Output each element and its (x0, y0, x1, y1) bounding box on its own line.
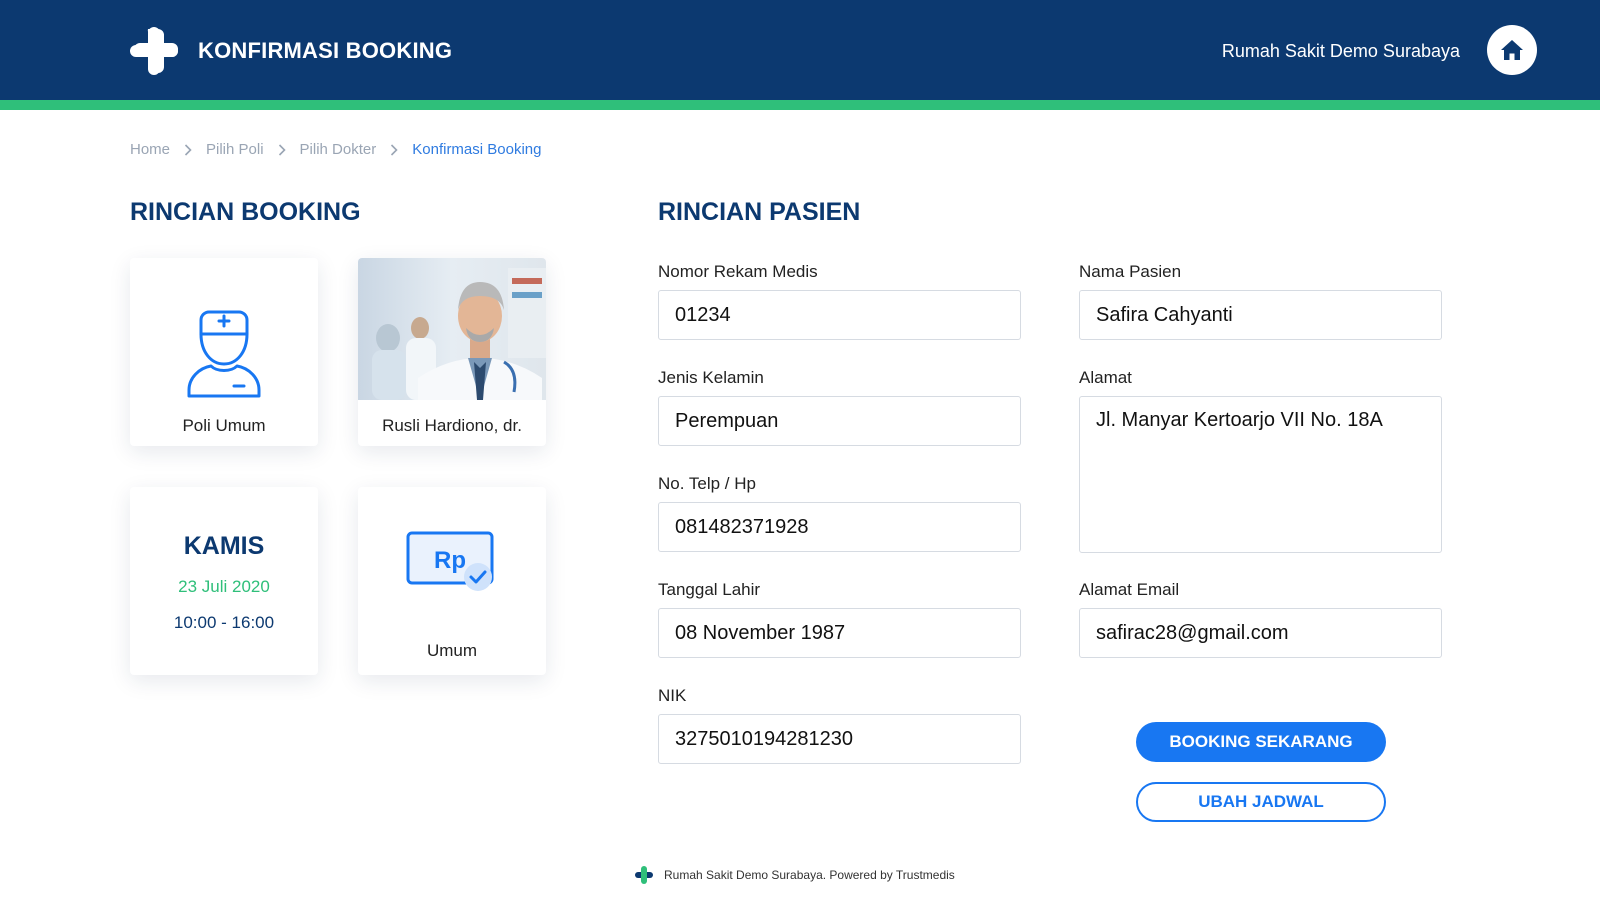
tanggal-lahir-label: Tanggal Lahir (658, 580, 761, 599)
breadcrumb-pilih-dokter[interactable]: Pilih Dokter (300, 141, 377, 158)
footer-text: Rumah Sakit Demo Surabaya. Powered by Tr… (664, 868, 955, 882)
app-header: KONFIRMASI BOOKING Rumah Sakit Demo Sura… (0, 0, 1600, 100)
booking-now-button[interactable]: BOOKING SEKARANG (1136, 722, 1386, 762)
footer: Rumah Sakit Demo Surabaya. Powered by Tr… (634, 865, 955, 885)
breadcrumb-home[interactable]: Home (130, 141, 170, 158)
telp-field[interactable] (658, 502, 1021, 552)
booking-section-title: RINCIAN BOOKING (130, 198, 361, 226)
hospital-name: Rumah Sakit Demo Surabaya (1221, 41, 1460, 61)
jenis-kelamin-label: Jenis Kelamin (658, 368, 764, 387)
page-title: KONFIRMASI BOOKING (198, 38, 453, 63)
header-accent-stripe (0, 100, 1600, 110)
nurse-icon (187, 310, 261, 398)
doctor-card: Rusli Hardiono, dr. (358, 258, 546, 446)
nama-pasien-label: Nama Pasien (1079, 262, 1182, 281)
nomor-rekam-medis-label: Nomor Rekam Medis (658, 262, 818, 281)
breadcrumb: Home Pilih Poli Pilih Dokter Konfirmasi … (130, 141, 541, 158)
telp-label: No. Telp / Hp (658, 474, 756, 493)
schedule-time: 10:00 - 16:00 (173, 613, 275, 632)
payment-card: Rp Umum (358, 487, 546, 675)
home-button[interactable] (1487, 25, 1537, 75)
schedule-card: KAMIS 23 Juli 2020 10:00 - 16:00 (130, 487, 318, 675)
doctor-name: Rusli Hardiono, dr. (382, 416, 522, 435)
jenis-kelamin-field[interactable] (658, 396, 1021, 446)
patient-section-title: RINCIAN PASIEN (658, 198, 861, 226)
medical-cross-logo (130, 27, 178, 75)
breadcrumb-konfirmasi-booking: Konfirmasi Booking (412, 141, 542, 158)
email-field[interactable] (1079, 608, 1442, 658)
nik-label: NIK (658, 686, 687, 705)
nik-field[interactable] (658, 714, 1021, 764)
email-label: Alamat Email (1079, 580, 1180, 599)
breadcrumb-pilih-poli[interactable]: Pilih Poli (206, 141, 264, 158)
home-icon (1501, 40, 1523, 60)
nama-pasien-field[interactable] (1079, 290, 1442, 340)
svg-text:Rp: Rp (434, 547, 466, 574)
alamat-label: Alamat (1079, 368, 1132, 387)
chevron-right-icon (278, 143, 286, 156)
tanggal-lahir-field[interactable] (658, 608, 1021, 658)
alamat-field[interactable]: Jl. Manyar Kertoarjo VII No. 18A (1079, 396, 1442, 553)
change-schedule-button[interactable]: UBAH JADWAL (1136, 782, 1386, 822)
payment-label: Umum (426, 641, 478, 660)
schedule-date: 23 Juli 2020 (178, 577, 270, 596)
doctor-photo (358, 258, 546, 400)
chevron-right-icon (390, 143, 398, 156)
poli-card: Poli Umum (130, 258, 318, 446)
schedule-day: KAMIS (183, 532, 265, 560)
poli-label: Poli Umum (182, 416, 266, 435)
medical-cross-logo (635, 866, 653, 884)
nomor-rekam-medis-field[interactable] (658, 290, 1021, 340)
rupiah-payment-icon: Rp (406, 531, 494, 591)
chevron-right-icon (184, 143, 192, 156)
